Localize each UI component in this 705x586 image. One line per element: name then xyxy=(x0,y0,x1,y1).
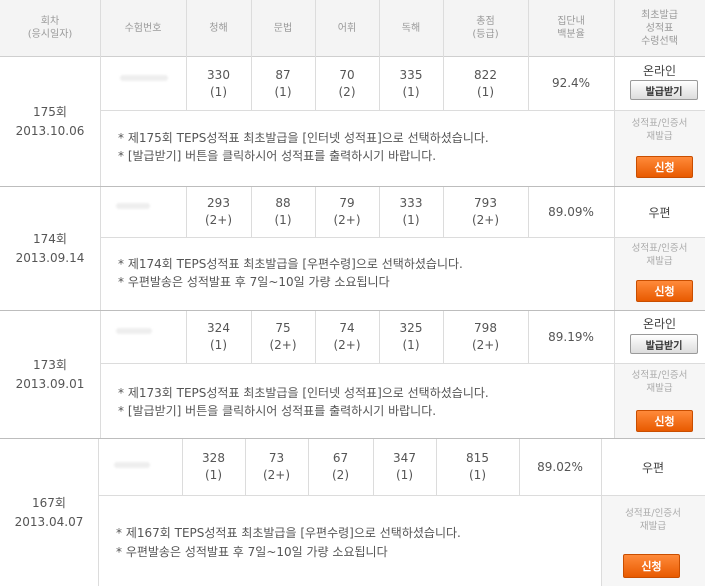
issue-method: 온라인 xyxy=(642,64,677,78)
header-grammar: 문법 xyxy=(273,22,293,34)
reissue-label: 성적표/인증서 재발급 xyxy=(631,118,688,142)
reissue-label: 성적표/인증서 재발급 xyxy=(631,243,688,267)
issue-method: 온라인 xyxy=(642,317,677,331)
reissue-label: 성적표/인증서 재발급 xyxy=(625,508,681,532)
percentile: 89.02% xyxy=(537,459,583,474)
exam-no-hidden xyxy=(114,462,150,468)
issue-method: 우편 xyxy=(648,206,671,220)
round-date-167: 167회 2013.04.07 xyxy=(14,495,84,529)
percentile: 89.09% xyxy=(548,204,594,219)
percentile: 92.4% xyxy=(551,76,591,90)
percentile: 89.19% xyxy=(548,329,594,344)
notice-line: * 우편발송은 성적발표 후 7일~10일 가량 소요됩니다 xyxy=(118,275,390,289)
listening-score: 293 (2+) xyxy=(204,196,233,227)
header-listening: 청해 xyxy=(209,22,228,34)
vocab-score: 70 (2) xyxy=(338,67,356,99)
vocab-score: 74 (2+) xyxy=(333,321,361,352)
notice-line: * 우편발송은 성적발표 후 7일~10일 가량 소요됩니다 xyxy=(116,545,388,559)
total-score: 798 (2+) xyxy=(471,321,500,352)
reading-score: 347 (1) xyxy=(393,451,416,482)
grammar-score: 88 (1) xyxy=(274,196,292,227)
notice-line: * 제167회 TEPS성적표 최초발급을 [우편수령]으로 선택하셨습니다. xyxy=(116,526,461,540)
total-score: 815 (1) xyxy=(466,451,489,482)
vocab-score: 79 (2+) xyxy=(333,196,361,227)
grammar-score: 75 (2+) xyxy=(269,321,297,352)
notice-line: * 제175회 TEPS성적표 최초발급을 [인터넷 성적표]으로 선택하셨습니… xyxy=(118,131,489,145)
reading-score: 335 (1) xyxy=(399,67,423,99)
vocab-score: 67 (2) xyxy=(332,451,349,482)
exam-no-hidden xyxy=(120,75,168,81)
header-vocab: 어휘 xyxy=(337,22,357,34)
header-percentile: 집단내 백분율 xyxy=(557,16,585,40)
table-header: 회차 (응시일자) 수험번호 청해 문법 어휘 독해 총점 (등급) 집단내 백… xyxy=(0,0,705,57)
issue-method: 우편 xyxy=(641,461,665,475)
header-reading: 독해 xyxy=(401,22,421,34)
header-exam-no: 수험번호 xyxy=(124,22,162,34)
notice-line: * [발급받기] 버튼을 클릭하시어 성적표를 출력하시기 바랍니다. xyxy=(118,404,437,418)
listening-score: 330 (1) xyxy=(207,67,230,99)
total-score: 822 (1) xyxy=(474,67,497,99)
reading-score: 333 (1) xyxy=(399,196,423,227)
apply-button[interactable]: 신청 xyxy=(636,280,693,302)
apply-button[interactable]: 신청 xyxy=(623,554,680,578)
total-score: 793 (2+) xyxy=(471,196,500,227)
header-round: 회차 (응시일자) xyxy=(27,16,73,40)
grammar-score: 87 (1) xyxy=(274,67,292,99)
reading-score: 325 (1) xyxy=(399,321,423,352)
round-date-173: 173회 2013.09.01 xyxy=(15,357,85,391)
apply-button[interactable]: 신청 xyxy=(636,156,693,178)
exam-no-hidden xyxy=(116,328,152,334)
reissue-label: 성적표/인증서 재발급 xyxy=(631,370,688,394)
receive-button[interactable]: 발급받기 xyxy=(630,80,698,100)
notice-line: * [발급받기] 버튼을 클릭하시어 성적표를 출력하시기 바랍니다. xyxy=(118,149,437,163)
notice-line: * 제173회 TEPS성적표 최초발급을 [인터넷 성적표]으로 선택하셨습니… xyxy=(118,386,489,400)
header-first-issue: 최초발급 성적표 수령선택 xyxy=(641,9,678,47)
round-date-175: 175회 2013.10.06 xyxy=(15,104,85,138)
listening-score: 328 (1) xyxy=(202,451,225,482)
grammar-score: 73 (2+) xyxy=(262,451,291,482)
round-date-174: 174회 2013.09.14 xyxy=(15,231,85,265)
listening-score: 324 (1) xyxy=(207,321,230,352)
notice-line: * 제174회 TEPS성적표 최초발급을 [우편수령]으로 선택하셨습니다. xyxy=(118,257,463,271)
header-total: 총점 (등급) xyxy=(472,16,499,40)
apply-button[interactable]: 신청 xyxy=(636,410,693,432)
exam-no-hidden xyxy=(116,203,150,209)
receive-button[interactable]: 발급받기 xyxy=(630,334,698,354)
